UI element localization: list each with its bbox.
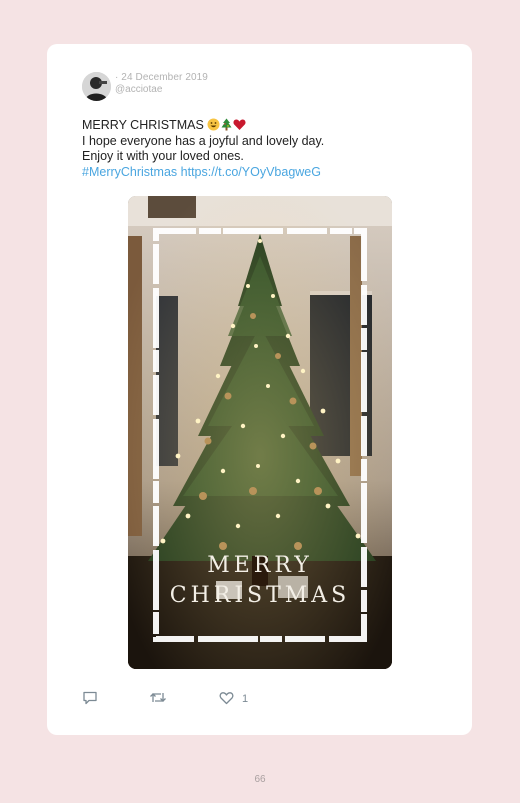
christmas-tree-icon: [220, 118, 233, 131]
tweet-card: · 24 December 2019 @acciotae MERRY CHRIS…: [47, 44, 472, 735]
reply-icon: [82, 690, 98, 708]
tweet-photo[interactable]: MERRY CHRISTMAS: [128, 196, 392, 669]
tweet-actions: 1: [47, 690, 472, 710]
overlay-text-line-2: CHRISTMAS: [169, 583, 351, 608]
heart-icon: [219, 691, 234, 708]
retweet-button[interactable]: [149, 690, 167, 708]
like-count: 1: [242, 693, 249, 705]
reply-button[interactable]: [82, 690, 98, 708]
hashtag-link[interactable]: #MerryChristmas: [82, 165, 177, 179]
page-number: 66: [254, 774, 266, 785]
grinning-face-icon: [207, 118, 220, 131]
user-handle[interactable]: @acciotae: [115, 84, 162, 95]
overlay-text-line-1: MERRY: [207, 553, 313, 578]
tweet-text: MERRY CHRISTMAS I hope everyone has a jo…: [82, 118, 442, 180]
tweet-date[interactable]: · 24 December 2019: [115, 72, 208, 83]
tweet-text-line-1: MERRY CHRISTMAS: [82, 118, 204, 132]
like-button[interactable]: 1: [219, 690, 248, 708]
avatar[interactable]: [82, 72, 111, 101]
url-link[interactable]: https://t.co/YOyVbagweG: [181, 165, 321, 179]
red-heart-icon: [233, 118, 246, 131]
retweet-icon: [149, 690, 167, 708]
tweet-text-line-3: Enjoy it with your loved ones.: [82, 149, 244, 163]
tweet-text-line-2: I hope everyone has a joyful and lovely …: [82, 133, 325, 148]
